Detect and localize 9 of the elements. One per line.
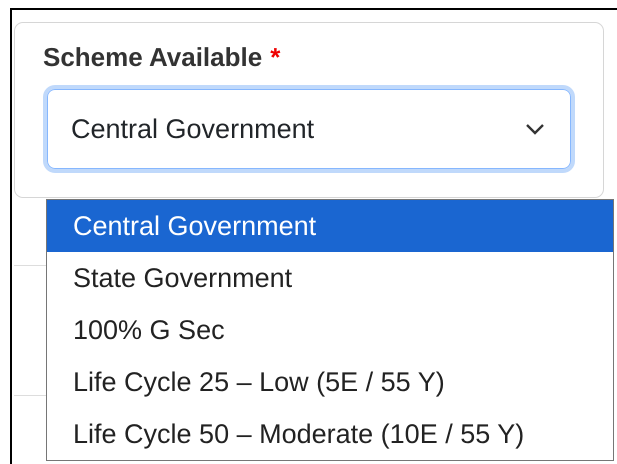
field-label: Scheme Available — [43, 41, 262, 73]
chevron-down-icon — [525, 123, 545, 135]
required-mark: * — [270, 41, 280, 73]
dropdown-option[interactable]: Central Government — [47, 200, 613, 252]
dropdown-option[interactable]: State Government — [47, 252, 613, 304]
dropdown-option[interactable]: 100% G Sec — [47, 304, 613, 356]
dropdown-option[interactable]: Life Cycle 25 – Low (5E / 55 Y) — [47, 356, 613, 408]
dropdown-option[interactable]: Life Cycle 50 – Moderate (10E / 55 Y) — [47, 408, 613, 460]
scheme-dropdown[interactable]: Central Government — [43, 85, 575, 173]
